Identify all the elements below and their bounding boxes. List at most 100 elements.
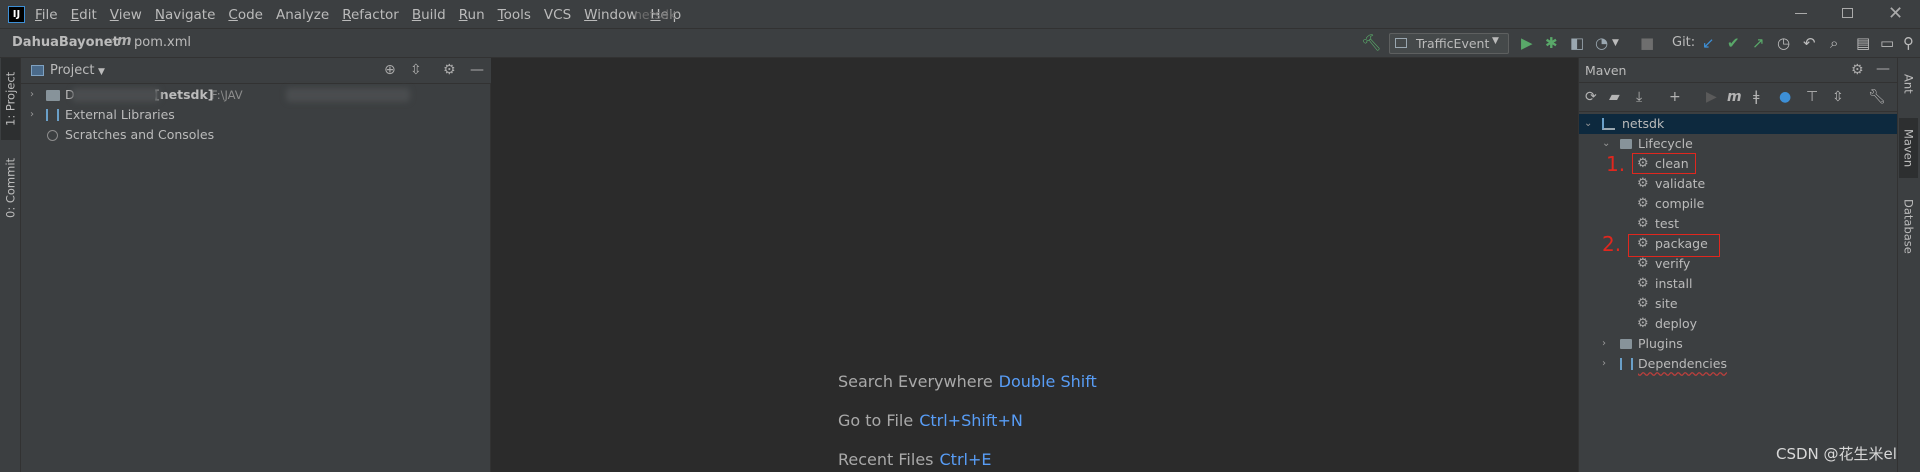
chevron-right-icon[interactable]: › bbox=[1602, 354, 1606, 374]
maven-root-label: netsdk bbox=[1622, 116, 1665, 131]
wrench-icon[interactable]: 🔧︎ bbox=[1868, 89, 1886, 105]
download-icon[interactable]: ⤓ bbox=[1636, 89, 1642, 105]
menu-refactor[interactable]: Refactor bbox=[342, 7, 399, 23]
gear-icon: ⚙ bbox=[1637, 256, 1649, 271]
gear-icon: ⚙ bbox=[1637, 196, 1649, 211]
menu-build[interactable]: Build bbox=[412, 7, 446, 23]
project-structure-icon[interactable]: ▤ bbox=[1856, 34, 1870, 52]
maven-panel-title: Maven bbox=[1585, 63, 1627, 78]
breadcrumb-file[interactable]: pom.xml bbox=[134, 35, 191, 50]
toggle-offline-icon[interactable]: ǂ bbox=[1753, 89, 1759, 105]
chevron-down-icon[interactable]: ▼ bbox=[98, 67, 105, 77]
chevron-down-icon[interactable]: ▼ bbox=[1612, 34, 1619, 52]
chevron-right-icon[interactable]: › bbox=[30, 105, 34, 125]
git-update-icon[interactable]: ↙ bbox=[1702, 34, 1715, 52]
tab-project[interactable]: 1: Project bbox=[1, 58, 20, 140]
tab-ant[interactable]: Ant bbox=[1899, 64, 1918, 104]
collapse-all-icon[interactable]: ⇳ bbox=[410, 62, 422, 78]
navigation-bar bbox=[0, 29, 1920, 58]
editor-area bbox=[491, 58, 1578, 472]
chevron-down-icon: ▼ bbox=[1492, 36, 1499, 46]
add-icon[interactable]: + bbox=[1669, 89, 1681, 105]
search-icon[interactable]: ⚲ bbox=[1903, 34, 1914, 52]
git-push-icon[interactable]: ↗ bbox=[1752, 34, 1765, 52]
window-project-title: netsdk bbox=[634, 7, 677, 22]
menu-analyze[interactable]: Analyze bbox=[276, 7, 329, 23]
hint-shortcut: Ctrl+E bbox=[939, 450, 992, 469]
gear-icon: ⚙ bbox=[1637, 276, 1649, 291]
run-icon[interactable]: ▶ bbox=[1706, 89, 1717, 105]
reload-icon[interactable]: ⟳ bbox=[1585, 89, 1597, 105]
chevron-down-icon[interactable]: ⌄ bbox=[1584, 114, 1592, 134]
annotation-box-clean bbox=[1632, 153, 1696, 174]
show-dependencies-icon[interactable]: ⊤ bbox=[1806, 89, 1818, 105]
gear-icon: ⚙ bbox=[1637, 316, 1649, 331]
hide-panel-icon[interactable]: — bbox=[1876, 61, 1890, 77]
redacted-region bbox=[72, 88, 160, 102]
tab-maven[interactable]: Maven bbox=[1899, 118, 1918, 178]
tab-commit[interactable]: 0: Commit bbox=[1, 148, 20, 228]
hint-action: Go to File bbox=[838, 411, 914, 430]
folder-icon bbox=[1620, 339, 1632, 349]
chevron-down-icon[interactable]: ⌄ bbox=[1602, 134, 1610, 154]
chevron-right-icon[interactable]: › bbox=[30, 85, 34, 105]
git-commit-icon[interactable]: ✔ bbox=[1727, 34, 1740, 52]
profile-icon[interactable]: ◔ bbox=[1595, 34, 1608, 52]
menu-file[interactable]: File bbox=[35, 7, 58, 23]
folder-icon bbox=[46, 90, 60, 101]
minimize-icon[interactable] bbox=[1795, 13, 1807, 14]
gear-icon[interactable]: ⚙ bbox=[1851, 62, 1864, 78]
coverage-icon[interactable]: ◧ bbox=[1570, 34, 1584, 52]
hint-search-everywhere: Search Everywhere Double Shift bbox=[838, 372, 1097, 391]
execute-goal-icon[interactable]: m bbox=[1727, 89, 1742, 105]
annotation-number: 2. bbox=[1602, 232, 1622, 256]
locate-icon[interactable]: ⊕ bbox=[384, 62, 396, 78]
scratches-label: Scratches and Consoles bbox=[65, 127, 215, 142]
hint-recent-files: Recent Files Ctrl+E bbox=[838, 450, 991, 469]
chevron-right-icon[interactable]: › bbox=[1602, 334, 1606, 354]
hint-action: Recent Files bbox=[838, 450, 934, 469]
run-icon[interactable]: ▶ bbox=[1521, 34, 1533, 52]
module-name: [netsdk] bbox=[154, 87, 214, 102]
tab-database[interactable]: Database bbox=[1899, 190, 1918, 262]
maximize-icon[interactable] bbox=[1842, 8, 1853, 18]
menu-vcs[interactable]: VCS bbox=[544, 7, 571, 23]
history-icon[interactable]: ◷ bbox=[1777, 34, 1790, 52]
run-configuration-select[interactable]: TrafficEvent bbox=[1389, 33, 1509, 54]
stop-icon[interactable]: ■ bbox=[1640, 34, 1654, 52]
plugins-label: Plugins bbox=[1638, 336, 1683, 351]
project-view-icon bbox=[31, 65, 44, 76]
layout-icon[interactable]: ▭ bbox=[1880, 34, 1894, 52]
close-icon[interactable]: ✕ bbox=[1888, 3, 1903, 24]
breadcrumb-project[interactable]: DahuaBayonet bbox=[12, 35, 119, 50]
dependencies-label: Dependencies bbox=[1638, 356, 1727, 371]
libraries-icon bbox=[1620, 358, 1633, 370]
debug-bug-icon[interactable]: ✱ bbox=[1545, 34, 1558, 52]
redacted-region bbox=[286, 88, 410, 102]
lifecycle-label: Lifecycle bbox=[1638, 136, 1693, 151]
gear-icon: ⚙ bbox=[1637, 296, 1649, 311]
git-label: Git: bbox=[1672, 35, 1696, 50]
annotation-number: 1. bbox=[1606, 152, 1626, 176]
menu-window[interactable]: Window bbox=[584, 7, 637, 23]
module-path: F:\JAV bbox=[211, 88, 243, 102]
rollback-icon[interactable]: ↶ bbox=[1803, 34, 1816, 52]
search-everywhere-icon[interactable]: ⌕ bbox=[1830, 34, 1838, 52]
skip-tests-icon[interactable]: ● bbox=[1779, 89, 1791, 105]
build-hammer-icon[interactable]: 🔨︎ bbox=[1361, 33, 1381, 52]
menu-navigate[interactable]: Navigate bbox=[155, 7, 216, 23]
annotation-box-package bbox=[1628, 234, 1720, 257]
menu-edit[interactable]: Edit bbox=[71, 7, 97, 23]
scratches-icon bbox=[47, 130, 58, 141]
gear-icon[interactable]: ⚙ bbox=[443, 62, 456, 78]
menu-tools[interactable]: Tools bbox=[498, 7, 531, 23]
project-panel-title[interactable]: Project bbox=[50, 63, 94, 78]
hint-shortcut: Double Shift bbox=[998, 372, 1097, 391]
menu-view[interactable]: View bbox=[110, 7, 142, 23]
add-folder-icon[interactable]: ▰ bbox=[1609, 89, 1620, 105]
menu-run[interactable]: Run bbox=[459, 7, 485, 23]
menu-code[interactable]: Code bbox=[228, 7, 263, 23]
breadcrumb-separator-icon: › bbox=[110, 34, 116, 49]
hide-panel-icon[interactable]: — bbox=[470, 62, 484, 78]
collapse-all-icon[interactable]: ⇳ bbox=[1832, 89, 1844, 105]
